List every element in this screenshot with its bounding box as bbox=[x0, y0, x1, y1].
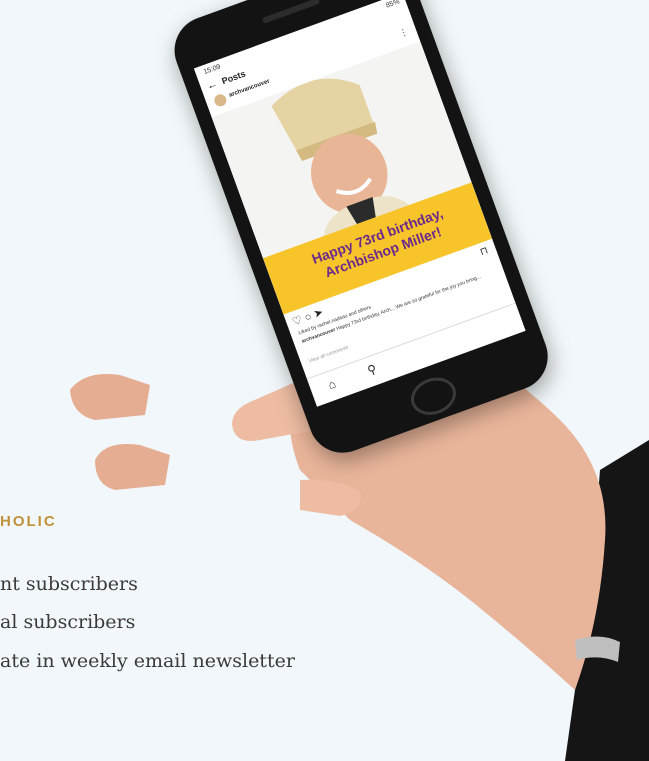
heart-icon[interactable]: ♡ bbox=[291, 314, 304, 329]
avatar[interactable] bbox=[212, 92, 229, 108]
status-time: 15:09 bbox=[202, 63, 222, 77]
view-comments-link[interactable]: View all comments bbox=[308, 345, 349, 365]
back-arrow-icon[interactable]: ← bbox=[205, 78, 219, 93]
more-options-icon[interactable]: ⋮ bbox=[398, 26, 410, 39]
bookmark-icon[interactable]: ⊓ bbox=[479, 245, 490, 258]
nav-title: Posts bbox=[220, 68, 247, 87]
comment-icon[interactable]: ○ bbox=[303, 311, 313, 325]
search-icon[interactable]: ⚲ bbox=[366, 362, 379, 378]
home-icon[interactable]: ⌂ bbox=[326, 376, 338, 392]
share-icon[interactable]: ➤ bbox=[312, 306, 325, 320]
battery-indicator: 85% bbox=[385, 0, 401, 10]
photo-scene: 15:09 85% ← Posts archvancouver ⋮ Happy … bbox=[0, 0, 649, 761]
